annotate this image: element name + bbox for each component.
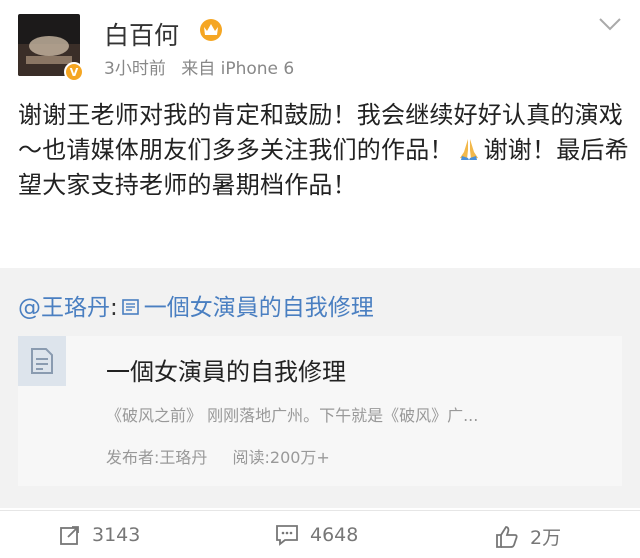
chevron-down-icon[interactable] — [596, 14, 624, 34]
like-button[interactable]: 2万 — [494, 523, 561, 550]
post-header: V 白百何 3小时前 来自 iPhone 6 — [0, 0, 640, 92]
article-info: 发布者:王珞丹 阅读:200万+ — [106, 444, 350, 468]
article-title[interactable]: 一個女演員的自我修理 — [106, 352, 346, 387]
repost-block[interactable]: @王珞丹: 一個女演員的自我修理 一個女演員的自我修理 《破风之前》 刚刚落地广… — [0, 268, 640, 508]
post-text: 谢谢王老师对我的肯定和鼓励！我会继续好好认真的演戏～也请媒体朋友们多多关注我们的… — [18, 98, 630, 203]
comment-count: 4648 — [310, 524, 359, 546]
pray-emoji-icon — [459, 139, 478, 160]
article-link-icon — [121, 299, 139, 315]
like-count: 2万 — [530, 527, 562, 549]
post-meta: 3小时前 来自 iPhone 6 — [104, 54, 304, 79]
repost-line: @王珞丹: 一個女演員的自我修理 — [18, 288, 374, 322]
repost-count: 3143 — [92, 524, 141, 546]
comment-icon — [276, 525, 298, 546]
member-crown-icon[interactable] — [197, 16, 225, 42]
article-reads: 阅读:200万+ — [232, 448, 330, 467]
article-doc-icon — [18, 336, 66, 386]
action-bar: 3143 4648 2万 — [0, 510, 640, 558]
post-source[interactable]: 来自 iPhone 6 — [181, 59, 294, 79]
article-publisher: 发布者:王珞丹 — [106, 448, 208, 467]
article-card[interactable]: 一個女演員的自我修理 《破风之前》 刚刚落地广州。下午就是《破风》广... 发布… — [18, 336, 622, 486]
repost-button[interactable]: 3143 — [58, 523, 140, 547]
article-summary: 《破风之前》 刚刚落地广州。下午就是《破风》广... — [106, 406, 479, 425]
username[interactable]: 白百何 — [104, 16, 179, 52]
post-time: 3小时前 — [104, 59, 166, 79]
repost-author[interactable]: @王珞丹 — [18, 295, 110, 321]
repost-content[interactable]: 一個女演員的自我修理 — [144, 295, 374, 321]
like-thumb-icon — [496, 525, 518, 548]
repost-icon — [60, 526, 79, 545]
repost-separator: : — [110, 295, 118, 321]
verified-badge-icon: V — [64, 62, 84, 82]
comment-button[interactable]: 4648 — [274, 523, 358, 547]
